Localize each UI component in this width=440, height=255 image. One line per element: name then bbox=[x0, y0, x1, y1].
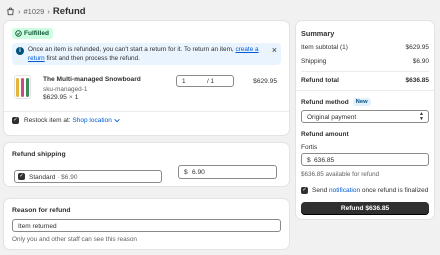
breadcrumb-order-link[interactable]: #1029 bbox=[24, 7, 45, 16]
info-icon: i bbox=[16, 47, 24, 55]
shipping-row: Shipping $6.90 bbox=[301, 58, 429, 65]
refund-amount-heading: Refund amount bbox=[301, 131, 349, 138]
restock-checkbox[interactable]: ✓ bbox=[12, 117, 19, 124]
refund-shipping-title: Refund shipping bbox=[12, 151, 66, 158]
refund-method-value: Original payment bbox=[307, 113, 357, 121]
reason-input[interactable]: Item returned bbox=[12, 219, 281, 232]
notify-label: Send notification once refund is finaliz… bbox=[312, 187, 429, 194]
restock-label: Restock item at: Shop location bbox=[24, 117, 120, 124]
item-subtotal-row: Item subtotal (1) $629.95 bbox=[301, 44, 429, 51]
refund-total-row: Refund total $636.85 bbox=[301, 77, 429, 84]
refund-method-select[interactable]: Original payment ▲ ▼ bbox=[301, 110, 429, 123]
breadcrumb-separator: › bbox=[47, 6, 50, 16]
line-total: $629.95 bbox=[253, 78, 277, 85]
quantity-input[interactable]: 1 / 1 bbox=[176, 75, 234, 87]
gateway-label: Fortis bbox=[301, 144, 318, 151]
shipping-option[interactable]: ✓ Standard · $6.90 bbox=[14, 170, 162, 183]
fulfilled-badge-label: Fulfilled bbox=[24, 30, 49, 37]
restock-location-select[interactable]: Shop location bbox=[72, 117, 120, 124]
refund-shipping-card: Refund shipping ✓ Standard · $6.90 $ 6.9… bbox=[4, 143, 289, 186]
fulfilled-items-card: Fulfilled i Once an item is refunded, yo… bbox=[4, 21, 289, 135]
fulfilled-badge: Fulfilled bbox=[12, 28, 53, 39]
shipping-option-label: Standard · $6.90 bbox=[29, 174, 78, 181]
reason-title: Reason for refund bbox=[12, 207, 71, 214]
shipping-amount-input[interactable]: $ 6.90 bbox=[178, 165, 277, 179]
line-item: The Multi-managed Snowboard sku-managed-… bbox=[12, 74, 281, 114]
check-circle-icon bbox=[15, 30, 22, 37]
currency-symbol: $ bbox=[184, 169, 188, 176]
divider bbox=[301, 71, 429, 72]
reason-hint: Only you and other staff can see this re… bbox=[12, 236, 137, 243]
available-for-refund: $636.85 available for refund bbox=[301, 171, 380, 178]
product-name[interactable]: The Multi-managed Snowboard bbox=[43, 76, 141, 83]
order-icon[interactable] bbox=[6, 6, 15, 16]
quantity-max: / 1 bbox=[207, 78, 215, 85]
breadcrumb-separator: › bbox=[18, 6, 21, 16]
product-unit-price: $629.95 × 1 bbox=[43, 94, 79, 101]
refund-amount-value[interactable]: 636.85 bbox=[314, 157, 334, 164]
close-icon[interactable]: × bbox=[272, 46, 277, 55]
divider bbox=[296, 90, 434, 91]
shipping-amount-value[interactable]: 6.90 bbox=[192, 169, 205, 176]
refund-button[interactable]: Refund $636.85 bbox=[301, 202, 429, 215]
chevron-down-icon bbox=[113, 118, 120, 123]
summary-title: Summary bbox=[301, 29, 335, 38]
info-banner: i Once an item is refunded, you can't st… bbox=[12, 43, 281, 65]
product-sku: sku-managed-1 bbox=[43, 86, 88, 93]
notify-checkbox[interactable]: ✓ bbox=[301, 187, 308, 194]
divider bbox=[4, 111, 289, 112]
refund-amount-input[interactable]: $ 636.85 bbox=[301, 153, 429, 166]
chevron-updown-icon: ▲ ▼ bbox=[419, 111, 424, 122]
page-title: Refund bbox=[52, 5, 86, 17]
currency-symbol: $ bbox=[307, 156, 311, 164]
summary-card: Summary Item subtotal (1) $629.95 Shippi… bbox=[296, 21, 434, 219]
product-thumbnail bbox=[14, 75, 31, 99]
info-banner-text: Once an item is refunded, you can't star… bbox=[28, 46, 259, 62]
shipping-checkbox[interactable]: ✓ bbox=[18, 173, 25, 180]
refund-method-heading: Refund method New bbox=[301, 98, 371, 106]
breadcrumb: › #1029 › Refund bbox=[6, 4, 86, 18]
quantity-value[interactable]: 1 bbox=[182, 78, 186, 85]
notification-link[interactable]: notification bbox=[329, 187, 360, 194]
reason-card: Reason for refund Item returned Only you… bbox=[4, 199, 289, 249]
reason-value[interactable]: Item returned bbox=[18, 223, 57, 230]
new-badge: New bbox=[352, 98, 371, 106]
